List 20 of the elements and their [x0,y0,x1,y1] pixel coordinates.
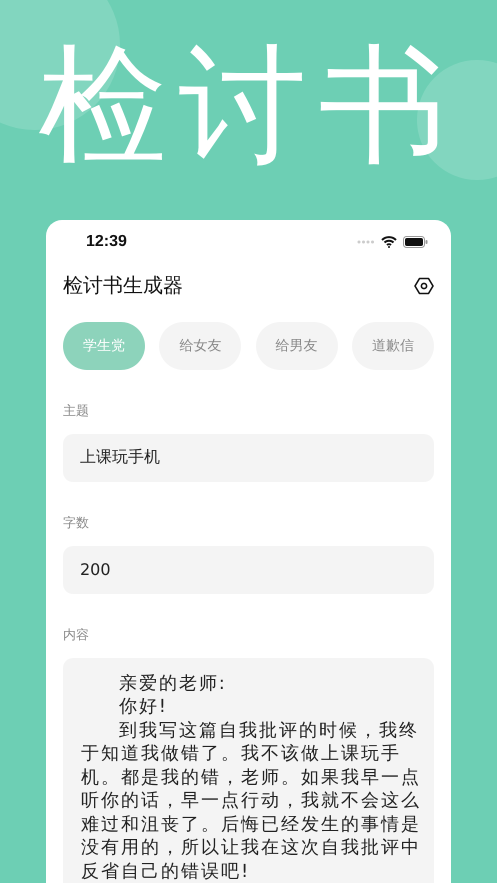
field-label: 字数 [63,514,90,532]
battery-icon [403,236,428,248]
letter-paragraph: 亲爱的老师: [118,672,228,695]
status-time: 12:39 [86,232,127,250]
field-label: 主题 [63,402,90,420]
input-field[interactable]: 200 [63,546,434,594]
input-field[interactable]: 上课玩手机 [63,434,434,482]
app-title: 检讨书生成器 [63,272,183,299]
category-tab[interactable]: 学生党 [63,322,145,370]
signal-icon [357,240,375,244]
wifi-icon [381,236,397,248]
settings-icon[interactable] [414,276,434,296]
category-tab[interactable]: 给女友 [159,322,242,370]
letter-paragraph: 你好! [118,695,170,718]
category-tab[interactable]: 道歉信 [352,322,434,370]
content-textarea[interactable]: 亲爱的老师: 你好! 到我写这篇自我批评的时候，我终于知道我做错了。我不该做上课玩手机。都是我的错，老师。如果我早一点听你的话，早一点行动，我就不会这么难过和沮丧了。后悔已经发生的事情是没有用的，所以让我在这次自我批评中反省自己的错误吧! [63,658,434,883]
banner-title: 检讨书 [38,42,458,170]
letter-paragraph: 到我写这篇自我批评的时候，我终于知道我做错了。我不该做上课玩手机。都是我的错，老师。如果我早一点听你的话，早一点行动，我就不会这么难过和沮丧了。后悔已经发生的事情是没有用的，所以让我在这次自我批评中反省自己的错误吧! [81,718,422,883]
field-label: 内容 [63,626,90,644]
category-tab[interactable]: 给男友 [256,322,338,370]
